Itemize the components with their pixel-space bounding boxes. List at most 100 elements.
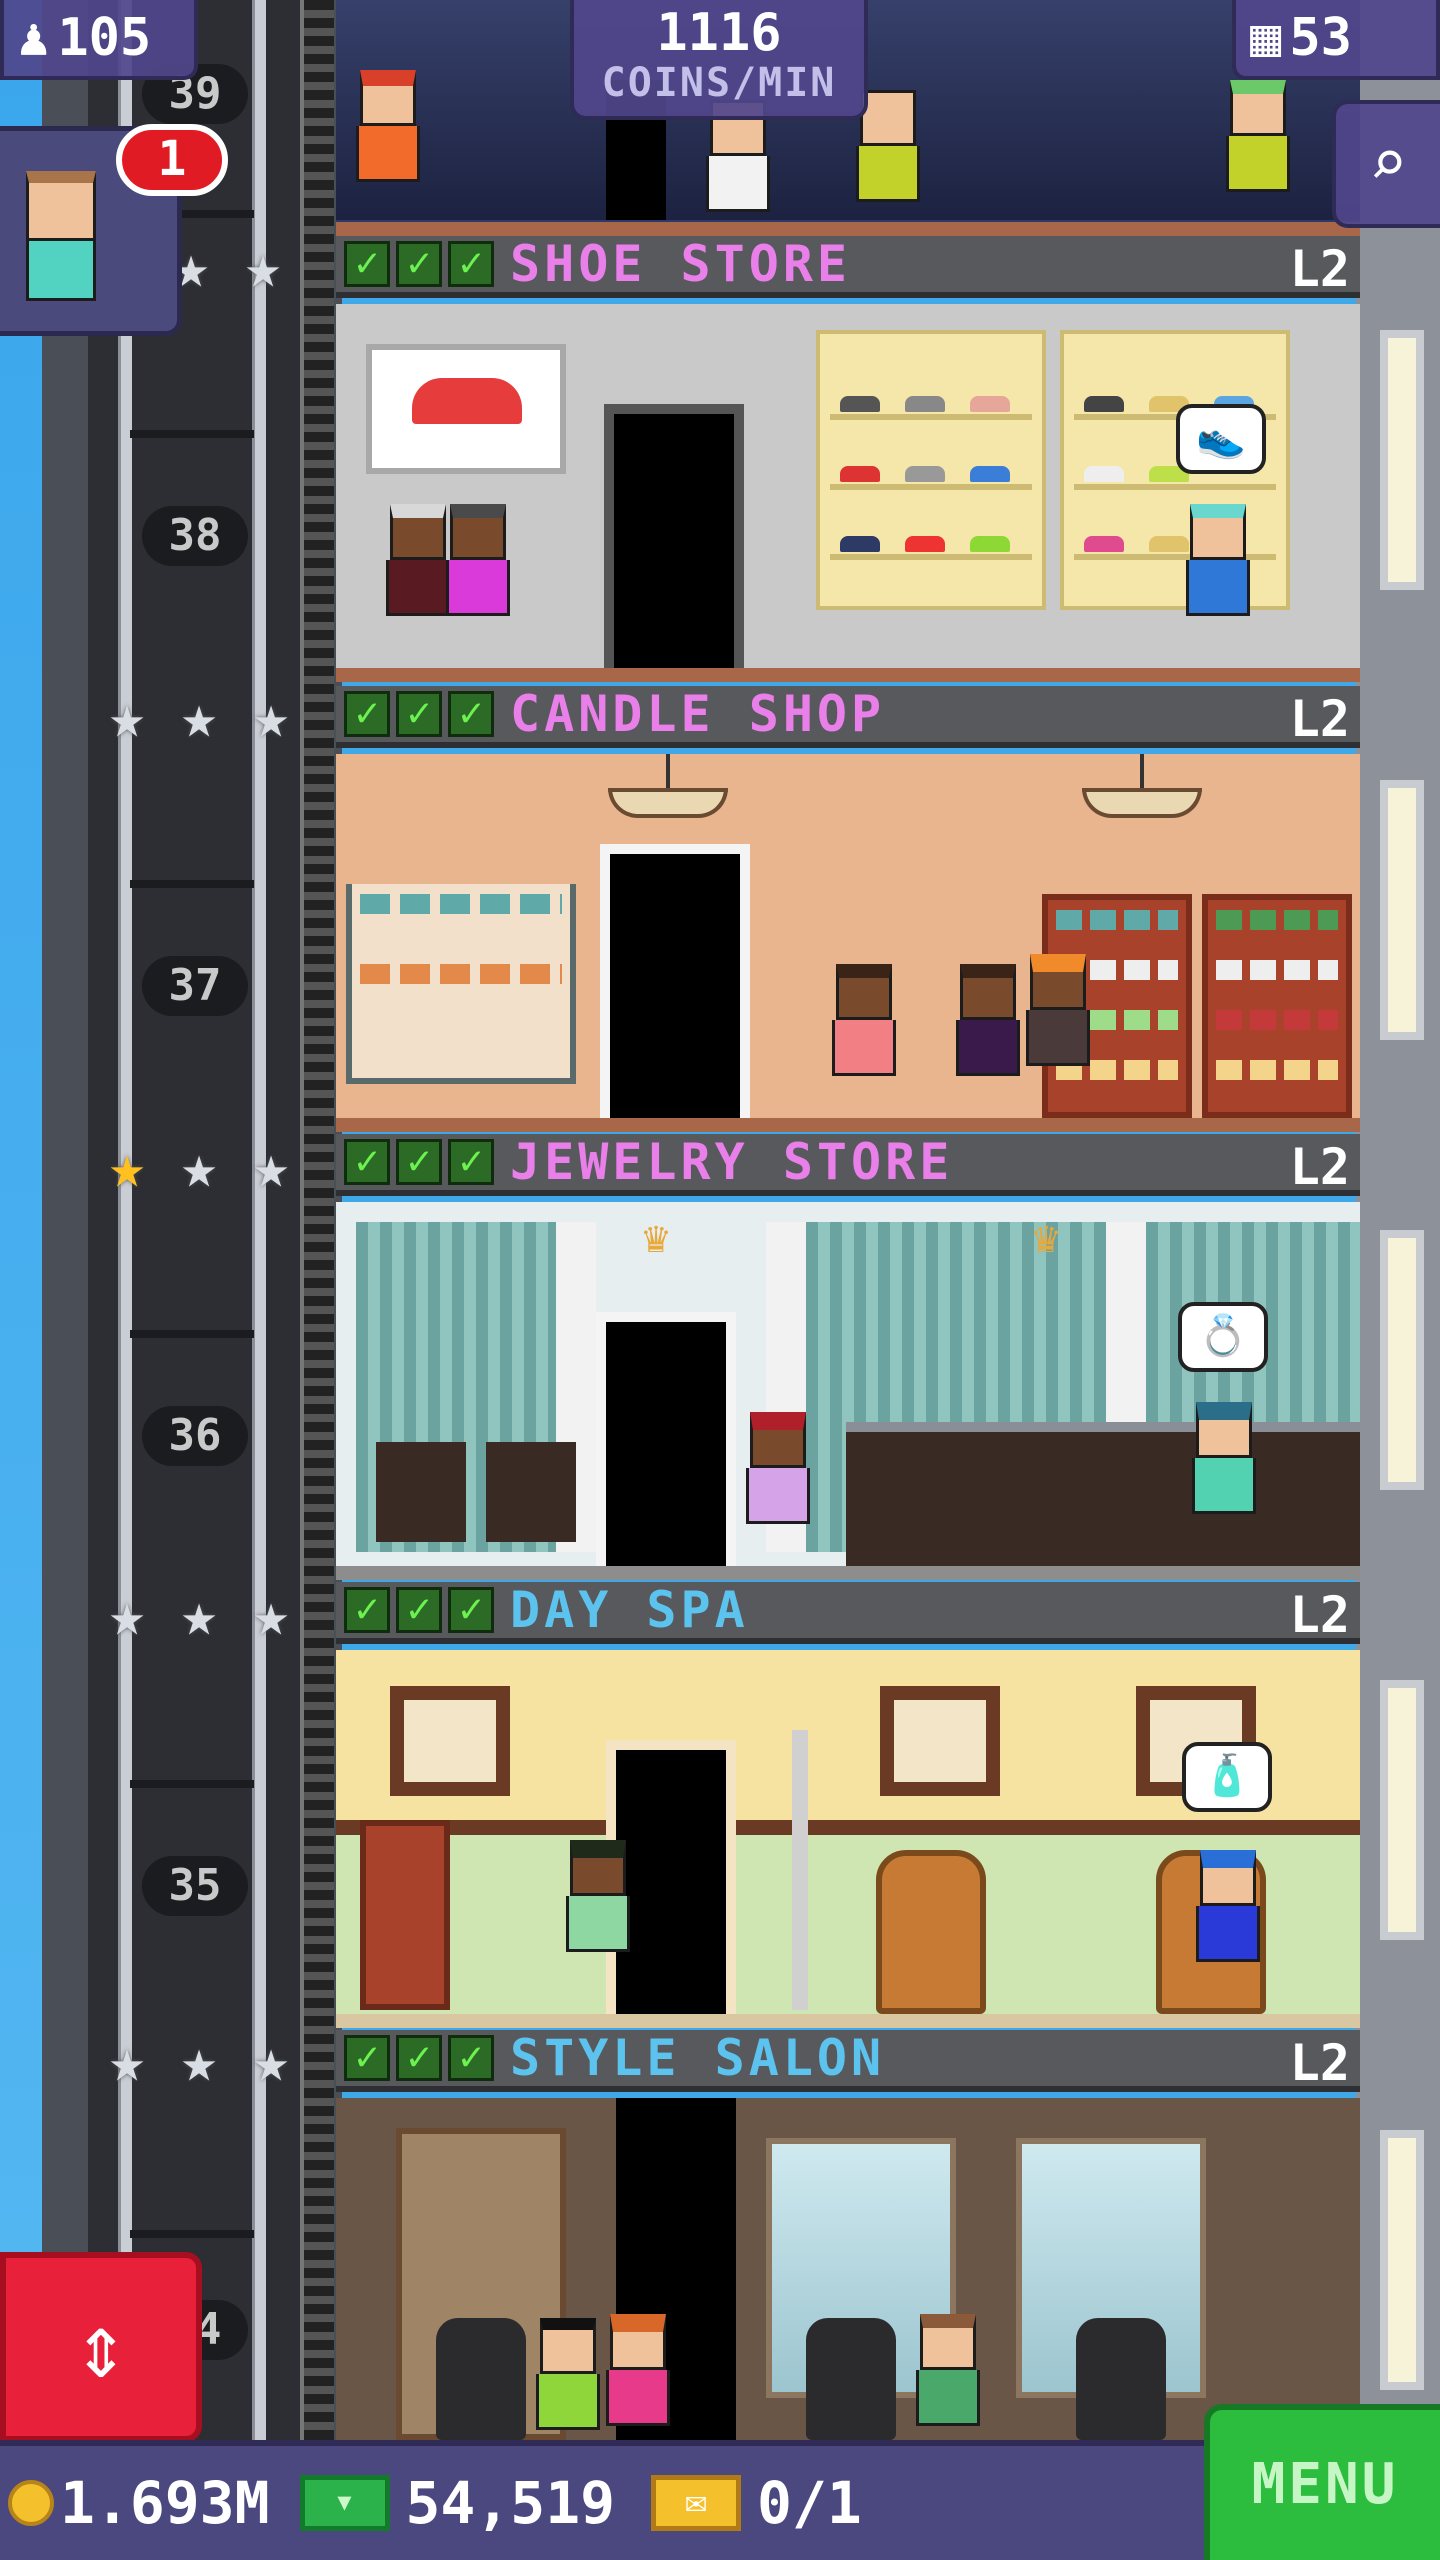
check-icon: ✓ [396, 1139, 442, 1185]
star-icon: ★ [252, 682, 290, 752]
spa-chair [876, 1850, 986, 2014]
check-icon: ✓ [396, 241, 442, 287]
jewelry-display [376, 1442, 466, 1542]
star-icon: ★ [180, 1580, 218, 1650]
speech-bubble[interactable]: 💍 [1178, 1302, 1268, 1372]
star-icon: ★ [180, 1132, 218, 1202]
elevator-button[interactable]: ⇕ [0, 2252, 202, 2442]
search-button[interactable]: ⌕ [1332, 100, 1440, 228]
population-counter[interactable]: ♟ 105 [0, 0, 198, 80]
floor-style-salon[interactable]: ✓ ✓ ✓ STYLE SALON L2 [336, 2029, 1360, 2440]
mission-notification-badge[interactable]: 1 [116, 124, 228, 196]
bitizen[interactable] [536, 2318, 600, 2430]
bitizen[interactable] [956, 964, 1020, 1076]
elevator-rail-left [118, 0, 132, 2560]
shaft-divider [130, 1780, 254, 1788]
bitizen[interactable] [356, 70, 420, 182]
elevator-cable [300, 0, 334, 2560]
shaft-divider [130, 1330, 254, 1338]
floor-shoe-store[interactable]: ✓ ✓ ✓ SHOE STORE L2 👟 [336, 235, 1360, 682]
check-icon: ✓ [396, 1587, 442, 1633]
floor-level: L2 [1289, 1586, 1350, 1644]
speech-bubble[interactable]: 👟 [1176, 404, 1266, 474]
floor-level: L2 [1289, 240, 1350, 298]
floor-stars: ★ ★ ★ [96, 686, 302, 756]
room-candle-shop[interactable] [336, 754, 1360, 1132]
star-icon: ★ [252, 2026, 290, 2096]
room-jewelry-store[interactable]: ♛ ♛ 💍 [336, 1202, 1360, 1580]
check-icon: ✓ [448, 691, 494, 737]
floor-header[interactable]: ✓ ✓ ✓ JEWELRY STORE L2 [336, 1133, 1360, 1196]
salon-chair [1076, 2318, 1166, 2440]
floor-level: L2 [1289, 2034, 1350, 2092]
check-icon: ✓ [344, 241, 390, 287]
bux-icon[interactable]: ▾ [299, 2475, 390, 2531]
golden-ticket-icon[interactable]: ✉ [651, 2475, 742, 2531]
floor-header[interactable]: ✓ ✓ ✓ CANDLE SHOP L2 [336, 685, 1360, 748]
store-door [600, 844, 750, 1118]
salon-chair [436, 2318, 526, 2440]
bitizen[interactable] [746, 1412, 810, 1524]
bitizen[interactable] [1186, 504, 1250, 616]
shoe-poster [366, 344, 566, 474]
store-door [604, 404, 744, 668]
candle-cabinet [1202, 894, 1352, 1118]
floor-header[interactable]: ✓ ✓ ✓ DAY SPA L2 [336, 1581, 1360, 1644]
speech-bubble[interactable]: 🧴 [1182, 1742, 1272, 1812]
spa-shelf [360, 1820, 450, 2010]
floor-header[interactable]: ✓ ✓ ✓ STYLE SALON L2 [336, 2029, 1360, 2092]
floor-name: STYLE SALON [510, 2029, 886, 2087]
floor-counter[interactable]: ▦ 53 [1232, 0, 1440, 80]
bitizen[interactable] [832, 964, 896, 1076]
check-icon: ✓ [344, 691, 390, 737]
floor-name: SHOE STORE [510, 235, 852, 293]
bitizen[interactable] [1026, 954, 1090, 1066]
coins-per-minute-value: 1116 [656, 3, 782, 63]
bitizen[interactable] [446, 504, 510, 616]
floor-day-spa[interactable]: ✓ ✓ ✓ DAY SPA L2 🧴 [336, 1581, 1360, 2028]
floor-candle-shop[interactable]: ✓ ✓ ✓ CANDLE SHOP L2 [336, 685, 1360, 1132]
check-icon: ✓ [448, 1139, 494, 1185]
chandelier-icon: ♛ [642, 1212, 670, 1263]
menu-button[interactable]: MENU [1204, 2404, 1440, 2560]
check-icon: ✓ [448, 1587, 494, 1633]
floor-header[interactable]: ✓ ✓ ✓ SHOE STORE L2 [336, 235, 1360, 298]
wall-painting [880, 1686, 1000, 1796]
check-icon: ✓ [344, 1587, 390, 1633]
shaft-floor-number: 36 [142, 1406, 248, 1466]
tower-window [1380, 780, 1424, 1040]
room-style-salon[interactable] [336, 2098, 1360, 2440]
room-shoe-store[interactable]: 👟 [336, 304, 1360, 682]
shoe-shelf [816, 330, 1046, 610]
shaft-divider [130, 2230, 254, 2238]
shaft-floor-number: 35 [142, 1856, 248, 1916]
coins-per-minute[interactable]: 1116 COINS/MIN [570, 0, 868, 120]
bitizen[interactable] [606, 2314, 670, 2426]
floor-name: JEWELRY STORE [510, 1133, 954, 1191]
population-value: 105 [57, 8, 152, 68]
coins-per-minute-label: COINS/MIN [601, 60, 837, 106]
floor-stars: ★ ★ ★ [96, 1584, 302, 1654]
star-icon: ★ [108, 1580, 146, 1650]
room-day-spa[interactable]: 🧴 [336, 1650, 1360, 2028]
bitizen[interactable] [566, 1840, 630, 1952]
bitizen[interactable] [1226, 80, 1290, 192]
store-door [596, 1312, 736, 1566]
check-icon: ✓ [344, 1139, 390, 1185]
coins-value: 1.693M [60, 2469, 270, 2537]
bitizen[interactable] [1196, 1850, 1260, 1962]
person-icon: ♟ [18, 8, 50, 68]
tower-window [1380, 330, 1424, 590]
floor-level: L2 [1289, 1138, 1350, 1196]
elevator-rail-right [252, 0, 266, 2560]
floor-stars: ★ ★ ★ [96, 1136, 302, 1206]
bitizen[interactable] [1192, 1402, 1256, 1514]
tower-window [1380, 1680, 1424, 1940]
star-icon: ★ [252, 1132, 290, 1202]
tickets-value: 0/1 [757, 2469, 862, 2537]
check-icon: ✓ [396, 2035, 442, 2081]
floor-jewelry-store[interactable]: ✓ ✓ ✓ JEWELRY STORE L2 ♛ ♛ 💍 [336, 1133, 1360, 1580]
bitizen[interactable] [916, 2314, 980, 2426]
tower-window [1380, 2130, 1424, 2390]
bitizen[interactable] [386, 504, 450, 616]
